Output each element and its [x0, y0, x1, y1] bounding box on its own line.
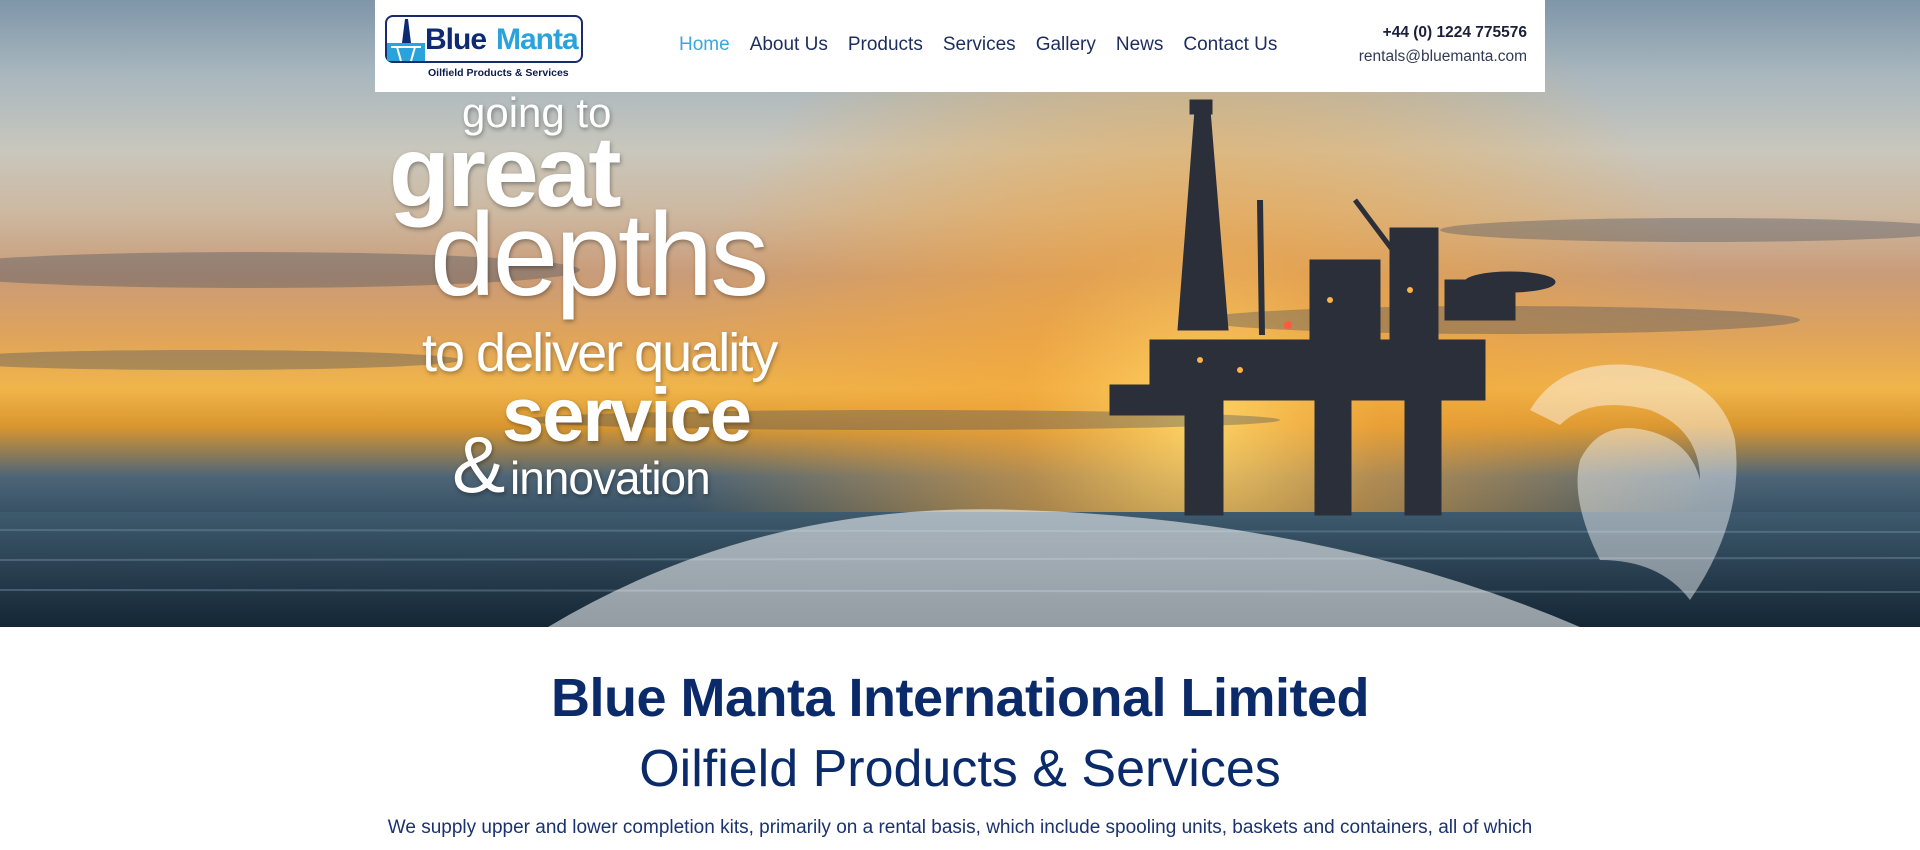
nav-products[interactable]: Products [848, 34, 923, 56]
contact-phone[interactable]: +44 (0) 1224 775576 [1359, 24, 1527, 42]
hero-slogan-line4: to deliver quality [422, 323, 778, 383]
main-nav: Home About Us Products Services Gallery … [679, 34, 1297, 56]
site-header: Blue Manta Oilfield Products & Services … [375, 0, 1545, 92]
header-contact: +44 (0) 1224 775576 rentals@bluemanta.co… [1359, 24, 1527, 66]
nav-gallery[interactable]: Gallery [1036, 34, 1096, 56]
contact-email[interactable]: rentals@bluemanta.com [1359, 48, 1527, 66]
logo-text-blue: Blue [425, 23, 487, 56]
nav-contact-us[interactable]: Contact Us [1183, 34, 1277, 56]
nav-news[interactable]: News [1116, 34, 1164, 56]
nav-about-us[interactable]: About Us [750, 34, 828, 56]
hero-slogan-line3: depths [430, 189, 769, 321]
hero-banner: going to great depths to deliver quality… [0, 0, 1920, 627]
oil-rig-icon [387, 19, 425, 62]
logo-text-manta: Manta [496, 23, 579, 56]
hero-slogan-line6: & [452, 420, 506, 509]
page-subtitle: Oilfield Products & Services [639, 740, 1281, 798]
site-logo[interactable]: Blue Manta Oilfield Products & Services [385, 15, 585, 79]
hero-slogan-line7: innovation [510, 452, 711, 504]
hero-slogan-line5: service [502, 373, 752, 458]
intro-paragraph: We supply upper and lower completion kit… [387, 817, 1533, 838]
nav-home[interactable]: Home [679, 34, 730, 56]
nav-services[interactable]: Services [943, 34, 1016, 56]
hero-scene [0, 0, 1920, 627]
page-title: Blue Manta International Limited [550, 668, 1370, 728]
logo-tagline: Oilfield Products & Services [428, 67, 569, 79]
main-content: Blue Manta International Limited Oilfiel… [0, 627, 1920, 839]
